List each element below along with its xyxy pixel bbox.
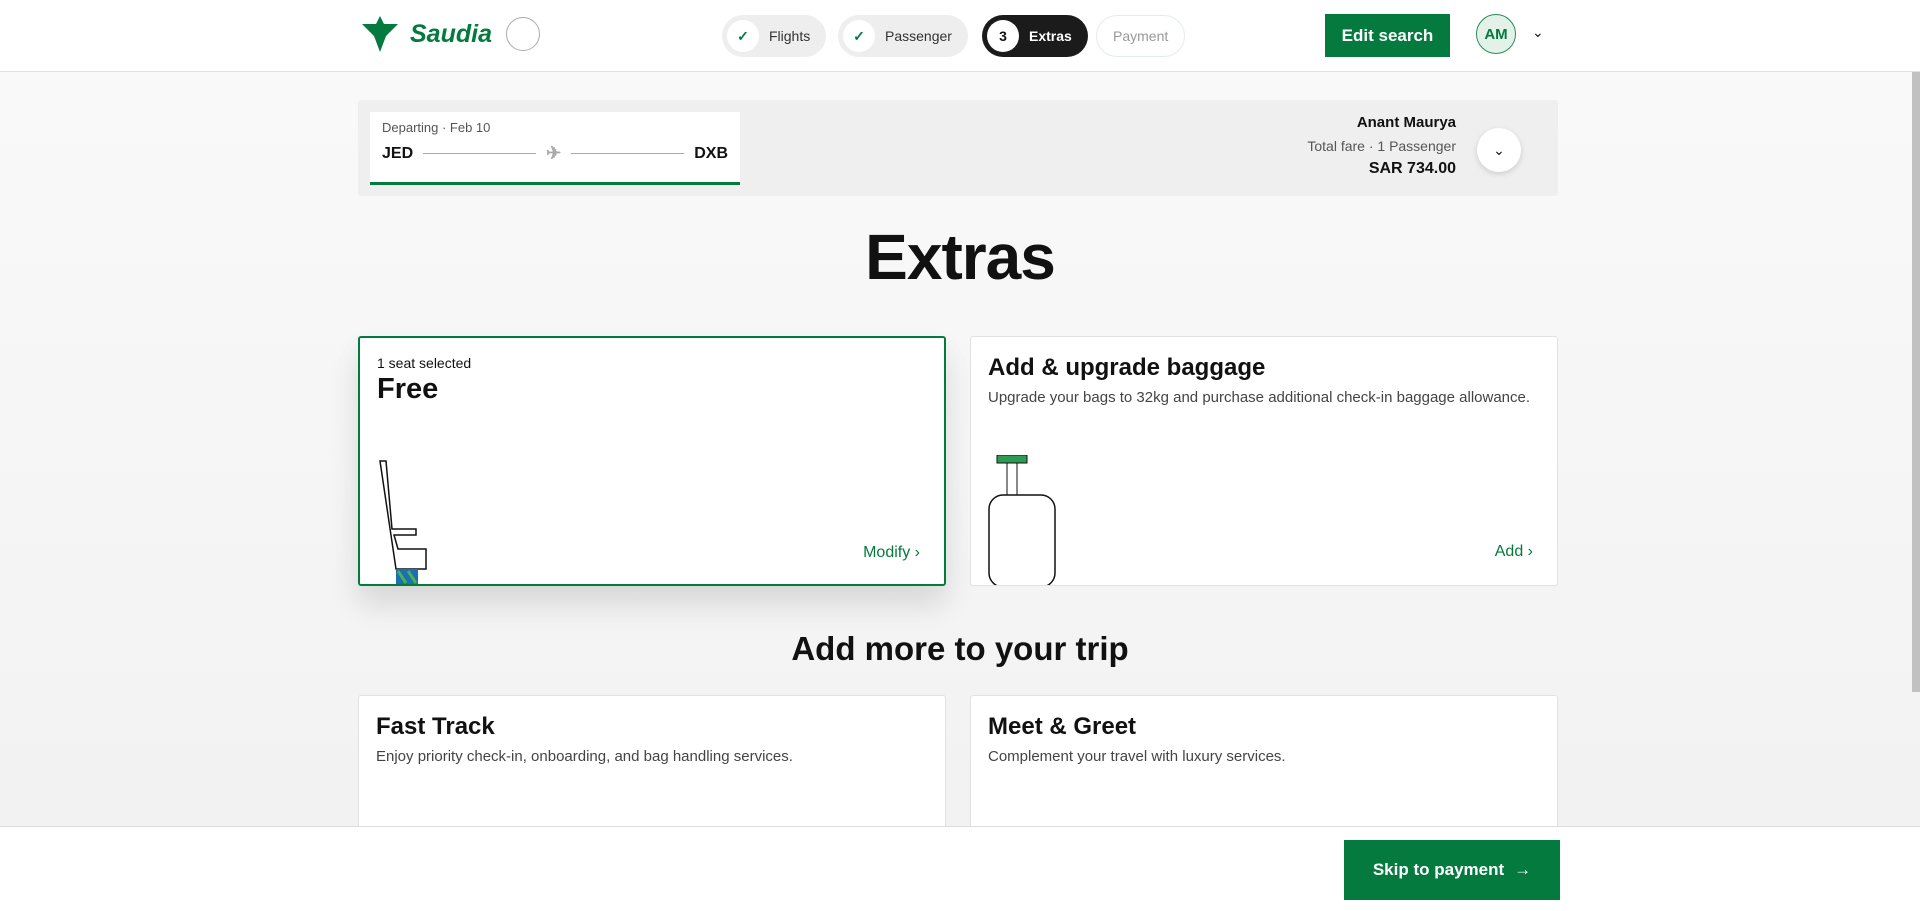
section-title: Add more to your trip bbox=[791, 630, 1129, 667]
card-title: Add & upgrade baggage bbox=[988, 354, 1266, 381]
chevron-down-icon: ⌄ bbox=[1493, 141, 1505, 158]
skip-label: Skip to payment bbox=[1372, 860, 1505, 879]
plane-icon: ✈ bbox=[546, 143, 562, 163]
skip-to-payment-button[interactable]: Skip to payment → bbox=[1344, 840, 1560, 900]
step-label: Extras bbox=[1029, 28, 1072, 44]
seat-count: 1 seat selected bbox=[377, 355, 472, 371]
passenger-name: Anant Maurya bbox=[1356, 114, 1456, 131]
expand-summary-button[interactable]: ⌄ bbox=[1477, 128, 1521, 172]
destination: DXB bbox=[694, 144, 728, 162]
modify-seat-link[interactable]: Modify › bbox=[863, 544, 920, 562]
fare-label: Total fare · 1 Passenger bbox=[1307, 138, 1456, 154]
card-title: Meet & Greet bbox=[988, 713, 1137, 740]
step-passenger[interactable]: ✓ Passenger bbox=[838, 15, 968, 57]
card-description: Upgrade your bags to 32kg and purchase a… bbox=[988, 389, 1531, 406]
departing-date: Departing · Feb 10 bbox=[382, 120, 491, 135]
step-extras[interactable]: 3 Extras bbox=[982, 15, 1088, 57]
seat-card[interactable]: 1 seat selected Free Modify › bbox=[358, 336, 946, 586]
step-label: Payment bbox=[1113, 28, 1169, 44]
step-number: 3 bbox=[987, 20, 1019, 52]
check-icon: ✓ bbox=[727, 20, 759, 52]
chevron-down-icon[interactable]: ⌄ bbox=[1532, 24, 1544, 41]
saudia-palm-icon bbox=[362, 16, 398, 52]
seat-icon bbox=[379, 460, 427, 584]
card-description: Enjoy priority check-in, onboarding, and… bbox=[376, 748, 793, 765]
step-label: Flights bbox=[769, 28, 811, 44]
edit-search-button[interactable]: Edit search bbox=[1325, 14, 1450, 57]
arrow-right-icon: → bbox=[1514, 860, 1532, 879]
step-flights[interactable]: ✓ Flights bbox=[722, 15, 827, 57]
page-title: Extras bbox=[865, 221, 1056, 293]
step-payment[interactable]: Payment bbox=[1096, 15, 1186, 57]
suitcase-icon bbox=[988, 455, 1056, 585]
card-title: Fast Track bbox=[376, 713, 495, 740]
seat-price: Free bbox=[377, 373, 439, 405]
skyteam-icon bbox=[505, 17, 540, 51]
flight-leg[interactable]: Departing · Feb 10 JED ✈ DXB bbox=[370, 112, 740, 185]
route-line bbox=[571, 153, 685, 154]
brand-name: Saudia bbox=[410, 19, 492, 48]
trip-summary: Departing · Feb 10 JED ✈ DXB Anant Maury… bbox=[358, 100, 1558, 196]
fare-summary: Anant Maurya Total fare · 1 Passenger SA… bbox=[1307, 114, 1456, 178]
check-icon: ✓ bbox=[843, 20, 875, 52]
total-price: SAR 734.00 bbox=[1368, 160, 1456, 177]
card-description: Complement your travel with luxury servi… bbox=[988, 748, 1286, 765]
avatar[interactable]: AM bbox=[1476, 14, 1516, 54]
step-label: Passenger bbox=[885, 28, 952, 44]
baggage-card[interactable]: Add & upgrade baggage Upgrade your bags … bbox=[970, 336, 1558, 586]
saudia-logo[interactable]: Saudia bbox=[358, 14, 540, 54]
origin: JED bbox=[382, 144, 414, 162]
scrollbar[interactable] bbox=[1912, 72, 1920, 692]
add-baggage-link[interactable]: Add › bbox=[1495, 543, 1533, 561]
route-line bbox=[423, 153, 537, 154]
top-header: Saudia ✓ Flights ✓ Passenger 3 Extras Payme… bbox=[0, 0, 1920, 72]
footer-bar: Skip to payment → bbox=[0, 826, 1920, 911]
